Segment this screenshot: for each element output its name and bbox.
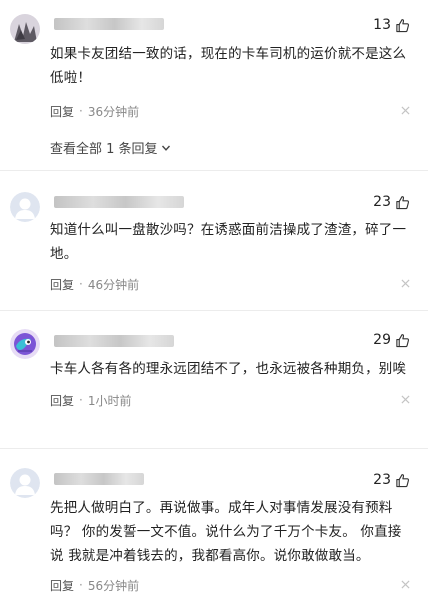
avatar[interactable] xyxy=(10,14,40,44)
thumb-up-icon xyxy=(396,473,410,487)
username-blurred[interactable] xyxy=(54,335,174,347)
meta-separator: · xyxy=(79,393,83,407)
divider xyxy=(0,310,428,311)
comment-meta: 回复 · 36分钟前 xyxy=(50,103,410,120)
divider xyxy=(0,448,428,449)
close-icon[interactable] xyxy=(401,580,410,589)
like-button[interactable]: 23 xyxy=(373,472,410,488)
avatar[interactable] xyxy=(10,468,40,498)
comment-meta: 回复 · 46分钟前 xyxy=(50,276,410,293)
comment-text: 如果卡友团结一致的话，现在的卡车司机的运价就不是这么低啦！ xyxy=(50,46,407,86)
thumb-up-icon xyxy=(396,195,410,209)
comment-text: 知道什么叫一盘散沙吗？在诱惑面前洁操成了渣渣，碎了一地。 xyxy=(50,222,407,262)
view-all-replies-label: 查看全部 1 条回复 xyxy=(50,142,158,157)
comment-time: 46分钟前 xyxy=(87,277,140,292)
comment-item: 29 卡车人各有各的理永远团结不了，也永远被各种期负，别唉 回复 · 1小时前 xyxy=(0,315,428,445)
thumb-up-icon xyxy=(396,18,410,32)
like-count: 23 xyxy=(373,194,391,210)
close-icon[interactable] xyxy=(401,395,410,404)
username-blurred[interactable] xyxy=(54,18,164,30)
comment-time: 56分钟前 xyxy=(87,578,140,593)
comment-text: 卡车人各有各的理永远团结不了，也永远被各种期负，别唉 xyxy=(50,361,407,377)
chevron-down-icon xyxy=(161,145,170,151)
divider xyxy=(0,170,428,171)
comment-meta: 回复 · 56分钟前 xyxy=(50,577,410,594)
comment-text: 先把人做明白了。再说做事。成年人对事情发展没有预料吗？ 你的发誓一文不值。说什么… xyxy=(50,500,402,564)
avatar[interactable] xyxy=(10,192,40,222)
like-count: 13 xyxy=(373,17,391,33)
comment-item: 23 先把人做明白了。再说做事。成年人对事情发展没有预料吗？ 你的发誓一文不值。… xyxy=(0,454,428,594)
meta-separator: · xyxy=(79,578,83,592)
meta-separator: · xyxy=(79,104,83,118)
view-all-replies-button[interactable]: 查看全部 1 条回复 xyxy=(50,138,408,157)
reply-button[interactable]: 回复 xyxy=(50,392,74,409)
comment-time: 36分钟前 xyxy=(87,104,140,119)
avatar[interactable] xyxy=(10,329,40,359)
username-blurred[interactable] xyxy=(54,473,144,485)
like-count: 23 xyxy=(373,472,391,488)
like-count: 29 xyxy=(373,332,391,348)
like-button[interactable]: 13 xyxy=(373,17,410,33)
like-button[interactable]: 29 xyxy=(373,332,410,348)
close-icon[interactable] xyxy=(401,279,410,288)
username-blurred[interactable] xyxy=(54,196,184,208)
close-icon[interactable] xyxy=(401,106,410,115)
reply-button[interactable]: 回复 xyxy=(50,577,74,594)
comment-meta: 回复 · 1小时前 xyxy=(50,392,410,409)
reply-button[interactable]: 回复 xyxy=(50,276,74,293)
comment-item: 13 如果卡友团结一致的话，现在的卡车司机的运价就不是这么低啦！ 回复 · 36… xyxy=(0,0,428,170)
reply-button[interactable]: 回复 xyxy=(50,103,74,120)
meta-separator: · xyxy=(79,277,83,291)
like-button[interactable]: 23 xyxy=(373,194,410,210)
comment-item: 23 知道什么叫一盘散沙吗？在诱惑面前洁操成了渣渣，碎了一地。 回复 · 46分… xyxy=(0,178,428,303)
thumb-up-icon xyxy=(396,333,410,347)
comment-time: 1小时前 xyxy=(87,393,132,408)
